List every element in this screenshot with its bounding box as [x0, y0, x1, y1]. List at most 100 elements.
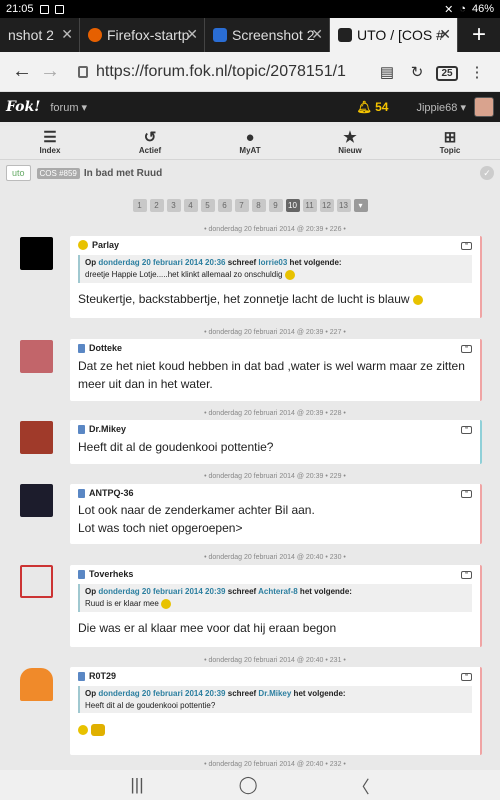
username: R0T29 — [89, 671, 117, 681]
post-author[interactable]: Parlay — [78, 240, 472, 250]
quote-icon[interactable]: ❝ — [461, 673, 472, 681]
bell-icon: 🔔︎ — [356, 100, 376, 114]
tab-count-button[interactable]: 25 — [432, 63, 462, 81]
system-navigation-bar: ||| ◯ 〈 — [0, 770, 500, 800]
back-icon[interactable]: ← — [8, 60, 36, 83]
close-icon[interactable]: ✕ — [61, 26, 73, 43]
back-nav-icon[interactable]: 〈 — [353, 773, 370, 798]
subforum-badge[interactable]: uto — [6, 165, 31, 181]
page-link[interactable]: 9 — [268, 199, 283, 212]
quote-date-link[interactable]: donderdag 20 februari 2014 20:39 — [98, 587, 225, 596]
forward-icon[interactable]: → — [36, 60, 64, 83]
tab-label: nshot 2 — [8, 27, 54, 43]
quote-prefix: Op — [85, 689, 99, 698]
avatar-antpq[interactable] — [20, 484, 53, 517]
post-body: Steukertje, backstabbertje, het zonnetje… — [78, 292, 410, 306]
gallery-icon — [54, 4, 64, 14]
nav-index[interactable]: ☰ Index — [0, 126, 100, 159]
post-body: Lot ook naar de zenderkamer achter Bil a… — [78, 503, 315, 517]
nav-label: Nieuw — [338, 146, 362, 155]
quote-author-link[interactable]: lorrie03 — [258, 258, 287, 267]
avatar-toverheks[interactable] — [20, 565, 53, 598]
tab-active-forum[interactable]: UTO / [COS # ✕ — [330, 18, 458, 52]
quote-icon[interactable]: ❝ — [461, 242, 472, 250]
post-230: Toverheks ❝ Op donderdag 20 februari 201… — [70, 565, 482, 647]
home-icon[interactable]: ◯ — [239, 775, 258, 795]
page-link[interactable]: 2 — [149, 199, 164, 212]
quote-icon[interactable]: ❝ — [461, 571, 472, 579]
tab-firefox-start[interactable]: Firefox-startp ✕ — [80, 18, 205, 52]
user-dropdown[interactable]: Jippie68 ▾ — [416, 101, 466, 114]
page-link[interactable]: 1 — [132, 199, 147, 212]
post-author[interactable]: ANTPQ-36 — [78, 488, 472, 498]
post-meta: • donderdag 20 februari 2014 @ 20:39 • 2… — [204, 329, 346, 336]
fok-icon — [338, 28, 352, 42]
avatar-drmikey[interactable] — [20, 421, 53, 454]
system-status-bar: 21:05 ✕ ◔ 46% — [0, 0, 500, 18]
page-link[interactable]: 13 — [336, 199, 351, 212]
user-avatar[interactable] — [474, 97, 494, 117]
tab-screenshot-2[interactable]: Screenshot 2 ✕ — [205, 18, 330, 52]
menu-icon[interactable]: ⋮ — [462, 63, 492, 81]
page-link[interactable]: 3 — [166, 199, 181, 212]
fok-logo[interactable]: Fok! — [6, 99, 40, 115]
reader-icon[interactable]: ▤ — [372, 63, 402, 81]
tab-screenshot-1[interactable]: nshot 2 ✕ — [0, 18, 80, 52]
new-tab-button[interactable]: + — [458, 18, 500, 52]
post-author[interactable]: Dr.Mikey — [78, 424, 472, 434]
reload-icon[interactable]: ↻ — [402, 63, 432, 81]
clock: 21:05 — [6, 3, 34, 15]
smiley-icon — [78, 724, 88, 735]
notifications-button[interactable]: 🔔︎ 54 — [357, 100, 389, 114]
page-menu-button[interactable]: ▾ — [353, 199, 368, 212]
address-bar: ← → https://forum.fok.nl/topic/2078151/1… — [0, 52, 500, 92]
post-body-line2: Lot was toch niet opgeroepen> — [78, 521, 243, 535]
post-228: Dr.Mikey ❝ Heeft dit al de goudenkooi po… — [70, 420, 482, 464]
quote-prefix: Op — [85, 258, 99, 267]
post-author[interactable]: Toverheks — [78, 569, 472, 579]
smiley-icon — [412, 294, 423, 305]
quote-date-link[interactable]: donderdag 20 februari 2014 20:36 — [98, 258, 225, 267]
page-current: 10 — [285, 199, 300, 212]
quote-author-link[interactable]: Dr.Mikey — [258, 689, 291, 698]
close-icon[interactable]: ✕ — [439, 26, 451, 43]
nav-myat[interactable]: ● MyAT — [200, 126, 300, 159]
close-icon[interactable]: ✕ — [186, 26, 198, 43]
quote-date-link[interactable]: donderdag 20 februari 2014 20:39 — [98, 689, 225, 698]
page-link[interactable]: 5 — [200, 199, 215, 212]
user-icon — [78, 488, 85, 498]
quote-icon[interactable]: ❝ — [461, 490, 472, 498]
nav-topic[interactable]: ⊞ Topic — [400, 126, 500, 159]
notification-count: 54 — [375, 100, 389, 114]
recents-icon[interactable]: ||| — [130, 775, 143, 795]
pagination: 1 2 3 4 5 6 7 8 9 10 11 12 13 ▾ — [0, 199, 500, 213]
post-meta: • donderdag 20 februari 2014 @ 20:40 • 2… — [204, 761, 346, 768]
check-icon[interactable]: ✓ — [480, 166, 494, 180]
nav-actief[interactable]: ↺ Actief — [100, 126, 200, 159]
post-author[interactable]: Dotteke — [78, 343, 472, 353]
user-icon — [78, 424, 85, 434]
page-link[interactable]: 11 — [302, 199, 317, 212]
forum-dropdown[interactable]: forum ▾ — [50, 101, 87, 114]
star-icon: ★ — [343, 129, 357, 146]
page-link[interactable]: 12 — [319, 199, 334, 212]
menu-icon: ☰ — [43, 129, 57, 146]
nav-nieuw[interactable]: ★ Nieuw — [300, 126, 400, 159]
post-meta: • donderdag 20 februari 2014 @ 20:40 • 2… — [204, 657, 346, 664]
page-link[interactable]: 8 — [251, 199, 266, 212]
avatar-pacman-ghost[interactable] — [20, 668, 53, 701]
avatar-black-cat[interactable] — [20, 237, 53, 270]
close-icon[interactable]: ✕ — [311, 26, 323, 43]
page-link[interactable]: 6 — [217, 199, 232, 212]
tab-label: UTO / [COS # — [357, 27, 444, 43]
quote-icon[interactable]: ❝ — [461, 345, 472, 353]
post-meta: • donderdag 20 februari 2014 @ 20:40 • 2… — [204, 554, 346, 561]
quote-icon[interactable]: ❝ — [461, 426, 472, 434]
avatar-lips[interactable] — [20, 340, 53, 373]
quote-mid: schreef — [225, 258, 259, 267]
page-link[interactable]: 7 — [234, 199, 249, 212]
url-field[interactable]: https://forum.fok.nl/topic/2078151/1 — [96, 63, 372, 81]
page-link[interactable]: 4 — [183, 199, 198, 212]
quote-author-link[interactable]: Achteraf-8 — [258, 587, 298, 596]
post-author[interactable]: R0T29 — [78, 671, 472, 681]
